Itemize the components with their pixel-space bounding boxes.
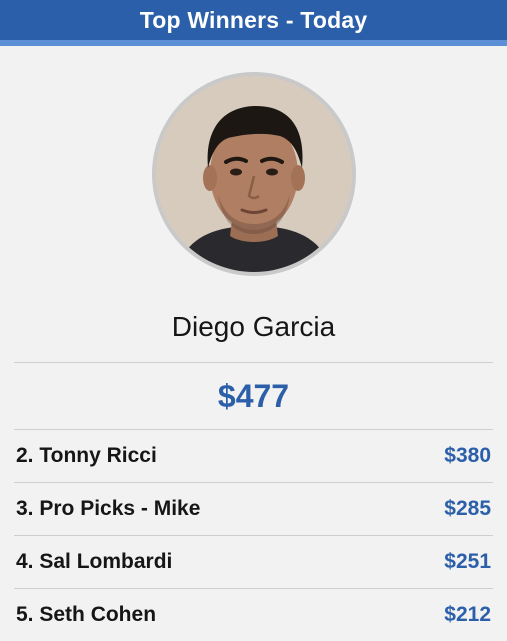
avatar-frame [151,72,356,276]
list-item-rank-2[interactable]: 2. Tonny Ricci $380 [14,430,493,483]
winner-name: Diego Garcia [171,311,336,342]
rank-name: 4. Sal Lombardi [16,550,173,573]
rank-amount: $251 [444,550,491,573]
rank-amount: $380 [444,444,491,467]
top-winners-header: Top Winners - Today [0,0,507,46]
list-item-rank-3[interactable]: 3. Pro Picks - Mike $285 [14,483,493,536]
list-item-rank-4[interactable]: 4. Sal Lombardi $251 [14,536,493,589]
avatar[interactable] [155,76,352,272]
runner-up-list: 2. Tonny Ricci $380 3. Pro Picks - Mike … [0,430,507,641]
list-item-rank-5[interactable]: 5. Seth Cohen $212 [14,589,493,641]
top-winner-card[interactable]: Diego Garcia [0,46,507,344]
rank-amount: $285 [444,497,491,520]
rank-amount: $212 [444,603,491,626]
rank-name: 2. Tonny Ricci [16,444,157,467]
person-portrait-icon [155,76,352,272]
page-title: Top Winners - Today [139,6,368,33]
winner-amount-row: $477 [0,363,507,429]
rank-name: 5. Seth Cohen [16,603,157,626]
winner-amount: $477 [217,377,290,414]
rank-name: 3. Pro Picks - Mike [16,497,201,520]
